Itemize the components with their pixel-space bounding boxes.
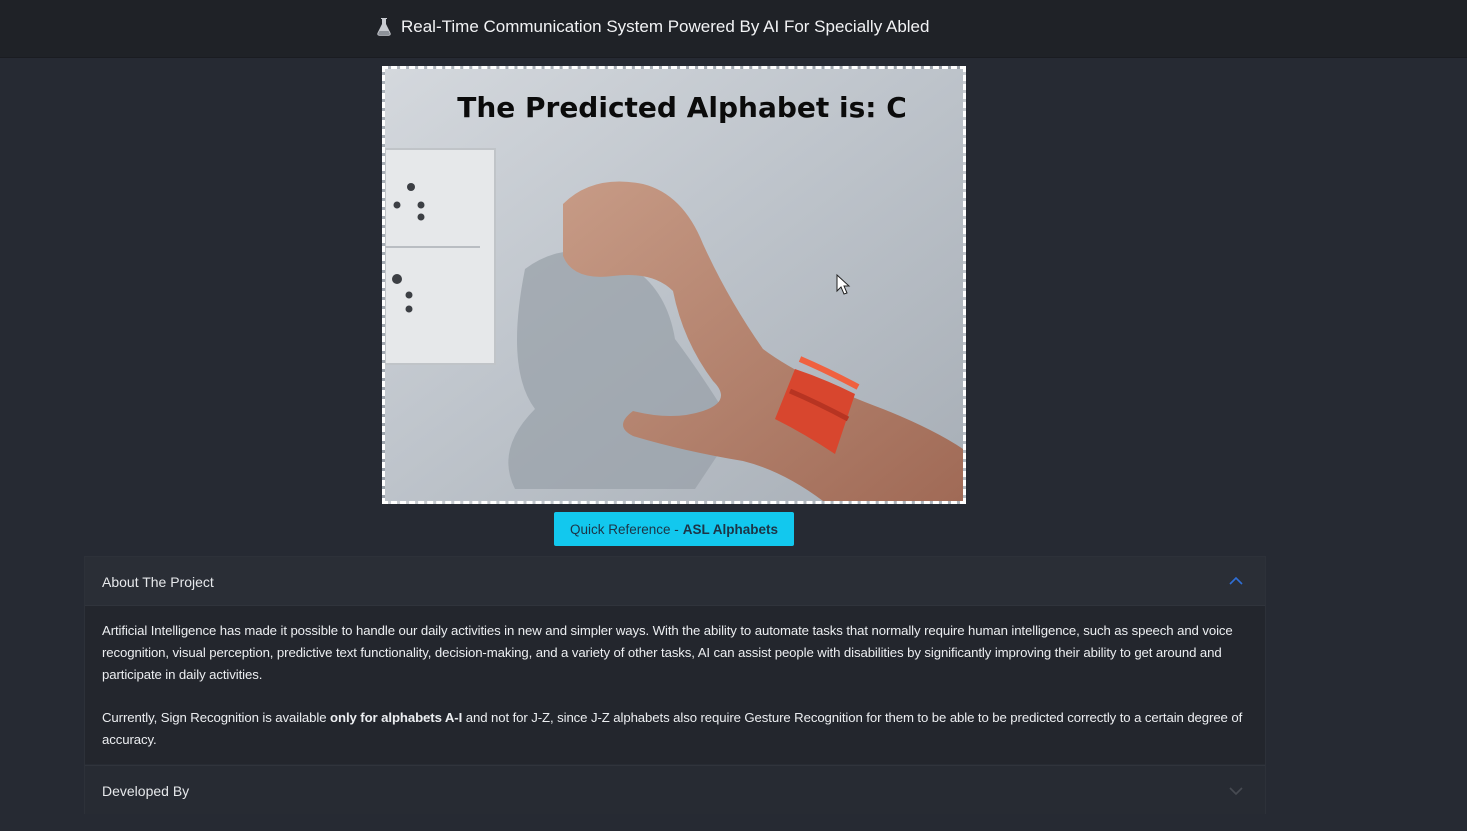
accordion-title-about: About The Project [102, 574, 214, 590]
project-accordion: About The Project Artificial Intelligenc… [84, 556, 1266, 814]
accordion-header-about[interactable]: About The Project [85, 557, 1265, 606]
navbar: Real-Time Communication System Powered B… [0, 0, 1467, 58]
about-paragraph-2: Currently, Sign Recognition is available… [102, 707, 1246, 751]
navbar-brand[interactable]: Real-Time Communication System Powered B… [376, 16, 929, 38]
app-title: Real-Time Communication System Powered B… [401, 17, 930, 36]
prediction-overlay: The Predicted Alphabet is: C [457, 91, 907, 124]
asl-reference-button-bold: ASL Alphabets [682, 521, 779, 537]
chevron-up-icon [1229, 576, 1243, 585]
webcam-image: The Predicted Alphabet is: C [385, 69, 963, 501]
chevron-down-icon [1229, 787, 1243, 796]
accordion-body-about: Artificial Intelligence has made it poss… [85, 606, 1265, 764]
asl-reference-button[interactable]: Quick Reference - ASL Alphabets [554, 512, 794, 546]
asl-reference-button-prefix: Quick Reference - [569, 521, 679, 537]
about-paragraph-1: Artificial Intelligence has made it poss… [102, 623, 1233, 682]
flask-icon [377, 18, 391, 36]
accordion-title-developed-by: Developed By [102, 783, 190, 799]
webcam-feed: The Predicted Alphabet is: C [382, 66, 966, 504]
about-paragraph-2-start: Currently, Sign Recognition is available [102, 710, 331, 725]
about-paragraph-2-bold: only for alphabets A-I [330, 710, 463, 725]
accordion-header-developed-by[interactable]: Developed By [85, 765, 1265, 814]
